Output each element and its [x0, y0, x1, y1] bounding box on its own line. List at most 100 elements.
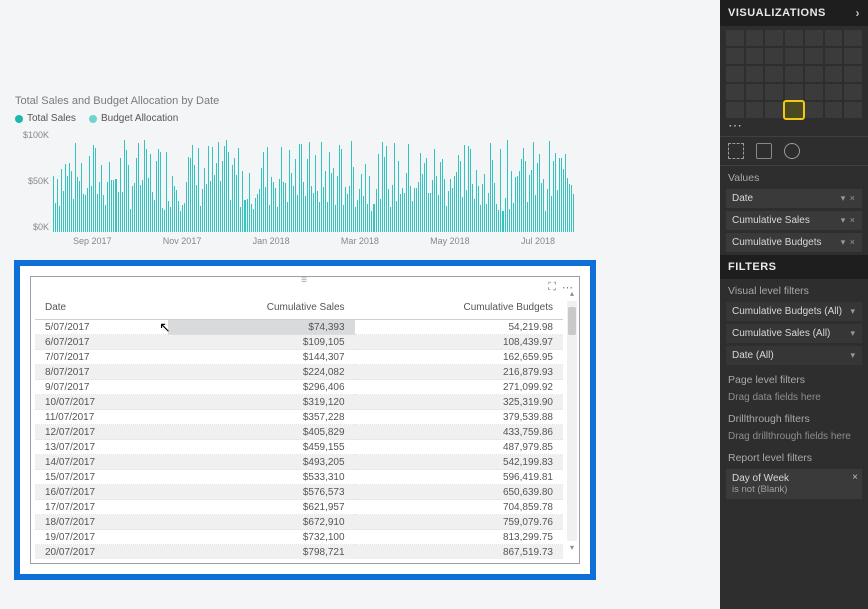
- chevron-down-icon[interactable]: ▾: [850, 350, 856, 361]
- cell-sales: $672,910: [168, 515, 354, 530]
- table-row[interactable]: 9/07/2017$296,406271,099.92: [35, 380, 563, 395]
- table-row[interactable]: 15/07/2017$533,310596,419.81: [35, 470, 563, 485]
- viz-type-icon[interactable]: [726, 84, 744, 100]
- fields-tab-icon[interactable]: [728, 143, 744, 159]
- drag-handle-icon[interactable]: ≡: [31, 277, 579, 285]
- table-row[interactable]: 19/07/2017$732,100813,299.75: [35, 530, 563, 545]
- viz-type-icon[interactable]: [746, 84, 764, 100]
- viz-type-icon[interactable]: [825, 66, 843, 82]
- report-canvas[interactable]: Total Sales and Budget Allocation by Dat…: [0, 0, 720, 609]
- legend-item: Budget Allocation: [89, 113, 178, 124]
- col-header-date[interactable]: Date: [35, 299, 168, 320]
- scroll-down-icon[interactable]: ▾: [567, 543, 577, 553]
- viz-type-icon[interactable]: [825, 84, 843, 100]
- field-well-menu-icon[interactable]: ▾ ×: [841, 237, 856, 248]
- viz-type-icon[interactable]: [805, 102, 823, 118]
- vertical-scrollbar[interactable]: ▴ ▾: [567, 301, 577, 541]
- table-row[interactable]: 13/07/2017$459,155487,979.85: [35, 440, 563, 455]
- viz-type-icon[interactable]: [825, 30, 843, 46]
- cell-budgets: 216,879.93: [355, 365, 563, 380]
- close-icon[interactable]: ×: [852, 472, 858, 483]
- viz-type-icon[interactable]: [785, 84, 803, 100]
- viz-type-icon[interactable]: [765, 84, 783, 100]
- viz-type-icon[interactable]: [825, 102, 843, 118]
- table-row[interactable]: 17/07/2017$621,957704,859.78: [35, 500, 563, 515]
- viz-type-icon[interactable]: [765, 30, 783, 46]
- chevron-right-icon[interactable]: ›: [856, 6, 861, 20]
- visualizations-header[interactable]: VISUALIZATIONS ›: [720, 0, 868, 26]
- col-header-budgets[interactable]: Cumulative Budgets: [355, 299, 563, 320]
- viz-type-icon[interactable]: [785, 30, 803, 46]
- scroll-thumb[interactable]: [568, 307, 576, 335]
- analytics-tab-icon[interactable]: [784, 143, 800, 159]
- table-visual[interactable]: ≡ ⛶ ⋯ Date Cumulative Sales Cumulative B…: [30, 276, 580, 564]
- viz-type-icon[interactable]: [844, 48, 862, 64]
- viz-type-icon[interactable]: [726, 48, 744, 64]
- visualizations-pane[interactable]: VISUALIZATIONS › ⋯ Values Date▾ ×Cumulat…: [720, 0, 868, 609]
- visual-filter-pill[interactable]: Cumulative Budgets (All) ▾: [726, 302, 862, 321]
- viz-type-icon[interactable]: [746, 102, 764, 118]
- viz-type-icon[interactable]: [844, 102, 862, 118]
- table-row[interactable]: 7/07/2017$144,307162,659.95: [35, 350, 563, 365]
- col-header-sales[interactable]: Cumulative Sales: [168, 299, 354, 320]
- viz-type-icon[interactable]: [805, 48, 823, 64]
- table-row[interactable]: 8/07/2017$224,082216,879.93: [35, 365, 563, 380]
- table-row[interactable]: 14/07/2017$493,205542,199.83: [35, 455, 563, 470]
- table-row[interactable]: 6/07/2017$109,105108,439.97: [35, 335, 563, 350]
- chart-plot-area[interactable]: $100K $50K $0K: [53, 130, 575, 232]
- table-body[interactable]: Date Cumulative Sales Cumulative Budgets…: [35, 299, 563, 559]
- page-filters-drop[interactable]: Drag data fields here: [720, 388, 868, 407]
- viz-type-icon[interactable]: [765, 102, 783, 118]
- chevron-down-icon[interactable]: ▾: [850, 306, 856, 317]
- more-visuals-icon[interactable]: ⋯: [720, 118, 868, 136]
- viz-type-icon[interactable]: [844, 84, 862, 100]
- table-row[interactable]: 12/07/2017$405,829433,759.86: [35, 425, 563, 440]
- scroll-up-icon[interactable]: ▴: [567, 289, 577, 299]
- table-row[interactable]: 11/07/2017$357,228379,539.88: [35, 410, 563, 425]
- filter-pill-label: Cumulative Budgets (All): [732, 306, 842, 317]
- cell-sales: $732,100: [168, 530, 354, 545]
- viz-type-icon[interactable]: [844, 66, 862, 82]
- field-well-menu-icon[interactable]: ▾ ×: [841, 215, 856, 226]
- viz-type-icon[interactable]: [805, 66, 823, 82]
- drillthrough-drop[interactable]: Drag drillthrough fields here: [720, 427, 868, 446]
- table-row[interactable]: 18/07/2017$672,910759,079.76: [35, 515, 563, 530]
- viz-type-icon[interactable]: [726, 102, 744, 118]
- viz-type-icon[interactable]: [785, 48, 803, 64]
- field-well[interactable]: Date▾ ×: [726, 189, 862, 208]
- viz-type-icon[interactable]: [785, 66, 803, 82]
- table-row[interactable]: 5/07/2017$74,39354,219.98: [35, 320, 563, 335]
- viz-type-icon[interactable]: [805, 84, 823, 100]
- cell-date: 10/07/2017: [35, 395, 168, 410]
- cell-sales: $493,205: [168, 455, 354, 470]
- report-filter-pill[interactable]: × Day of Week is not (Blank): [726, 469, 862, 499]
- visual-filter-pill[interactable]: Cumulative Sales (All)▾: [726, 324, 862, 343]
- visual-filter-pill[interactable]: Date (All)▾: [726, 346, 862, 365]
- viz-type-icon[interactable]: [726, 66, 744, 82]
- viz-type-icon[interactable]: [746, 48, 764, 64]
- table-visual-icon[interactable]: [785, 102, 803, 118]
- table-row[interactable]: 10/07/2017$319,120325,319.90: [35, 395, 563, 410]
- filters-header[interactable]: FILTERS: [720, 255, 868, 279]
- visualization-picker[interactable]: [720, 26, 868, 118]
- viz-type-icon[interactable]: [746, 30, 764, 46]
- viz-type-icon[interactable]: [805, 30, 823, 46]
- viz-type-icon[interactable]: [844, 30, 862, 46]
- field-well-menu-icon[interactable]: ▾ ×: [841, 193, 856, 204]
- chevron-down-icon[interactable]: ▾: [850, 328, 856, 339]
- cell-date: 11/07/2017: [35, 410, 168, 425]
- viz-type-icon[interactable]: [765, 48, 783, 64]
- table-row[interactable]: 16/07/2017$576,573650,639.80: [35, 485, 563, 500]
- viz-type-icon[interactable]: [765, 66, 783, 82]
- table-row[interactable]: 20/07/2017$798,721867,519.73: [35, 545, 563, 560]
- viz-type-icon[interactable]: [726, 30, 744, 46]
- focus-mode-icon[interactable]: ⛶: [548, 281, 556, 294]
- field-well[interactable]: Cumulative Budgets▾ ×: [726, 233, 862, 252]
- viz-type-icon[interactable]: [825, 48, 843, 64]
- chart-visual[interactable]: Total Sales and Budget Allocation by Dat…: [15, 95, 575, 260]
- cell-date: 13/07/2017: [35, 440, 168, 455]
- y-tick: $100K: [15, 130, 49, 140]
- field-well[interactable]: Cumulative Sales▾ ×: [726, 211, 862, 230]
- format-tab-icon[interactable]: [756, 143, 772, 159]
- viz-type-icon[interactable]: [746, 66, 764, 82]
